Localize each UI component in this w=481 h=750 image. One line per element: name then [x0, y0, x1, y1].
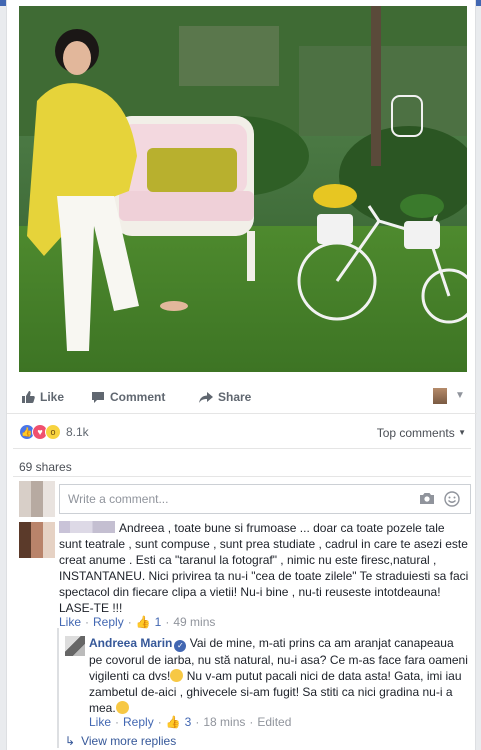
post-photo[interactable]: [19, 6, 467, 372]
reply-author-avatar[interactable]: [65, 636, 85, 656]
comment-input[interactable]: [60, 485, 390, 513]
page-avatar[interactable]: [433, 388, 447, 404]
reply-like-count[interactable]: 3: [185, 715, 192, 729]
reply-meta: Like · Reply · 👍 3 · 18 mins · Edited: [89, 715, 292, 729]
thumbs-up-icon: 👍: [135, 615, 151, 629]
post-action-bar: Like Comment Share ▼: [7, 380, 477, 414]
reactions-count: 8.1k: [66, 425, 89, 439]
camera-icon[interactable]: [420, 492, 434, 504]
share-icon: [199, 390, 213, 404]
thumbs-up-icon: [21, 390, 35, 404]
comment-like-link[interactable]: Like: [59, 615, 81, 629]
share-label: Share: [218, 390, 252, 404]
comment-composer: [59, 484, 471, 514]
emoji-icon[interactable]: [444, 491, 460, 507]
commenter-avatar[interactable]: [19, 522, 55, 558]
comment-item: Andreea , toate bune si frumoase ... doa…: [59, 520, 469, 616]
commenter-name-redacted[interactable]: [59, 521, 115, 533]
comment-label: Comment: [110, 390, 166, 404]
comment-button[interactable]: Comment: [91, 390, 165, 404]
reply-edited-label[interactable]: Edited: [257, 715, 291, 729]
share-button[interactable]: Share: [199, 390, 251, 404]
current-user-avatar: [19, 481, 55, 517]
shares-count[interactable]: 69 shares: [19, 460, 72, 474]
smile-emoji-icon: [170, 669, 184, 682]
comment-icon: [91, 390, 105, 404]
comment-meta: Like · Reply · 👍 1 · 49 mins: [59, 615, 216, 629]
comment-like-count[interactable]: 1: [155, 615, 162, 629]
chevron-down-icon[interactable]: ▼: [455, 390, 465, 401]
like-button[interactable]: Like: [21, 390, 64, 404]
post-card: Like Comment Share ▼ 👍 ♥ o 8.1k Top comm…: [6, 0, 477, 750]
view-more-replies[interactable]: ↳ View more replies: [65, 734, 176, 748]
reply-thread-line: [57, 628, 59, 748]
comment-reply-link[interactable]: Reply: [93, 615, 124, 629]
divider: [13, 476, 471, 477]
wow-reaction-icon: o: [45, 424, 61, 440]
smile-emoji-icon: [115, 701, 129, 714]
top-comments-dropdown[interactable]: Top comments ▼: [377, 426, 466, 440]
reply-timestamp[interactable]: 18 mins: [203, 715, 245, 729]
top-comments-label: Top comments: [376, 426, 455, 440]
reply-arrow-icon: ↳: [65, 734, 76, 748]
reactions-summary[interactable]: 👍 ♥ o 8.1k: [19, 422, 89, 442]
reply-reply-link[interactable]: Reply: [123, 715, 154, 729]
reply-author-name[interactable]: Andreea Marin: [89, 636, 172, 650]
view-more-label: View more replies: [81, 734, 177, 748]
divider: [13, 448, 471, 449]
thumbs-up-icon: 👍: [165, 715, 181, 729]
comment-timestamp[interactable]: 49 mins: [173, 615, 215, 629]
like-label: Like: [40, 390, 65, 404]
verified-badge-icon: ✓: [174, 640, 187, 652]
reply-like-link[interactable]: Like: [89, 715, 111, 729]
caret-down-icon: ▼: [458, 428, 466, 437]
reply-item: Andreea Marin ✓ Vai de mine, m-ati prins …: [89, 635, 469, 716]
comment-text: Andreea , toate bune si frumoase ... doa…: [59, 521, 469, 615]
